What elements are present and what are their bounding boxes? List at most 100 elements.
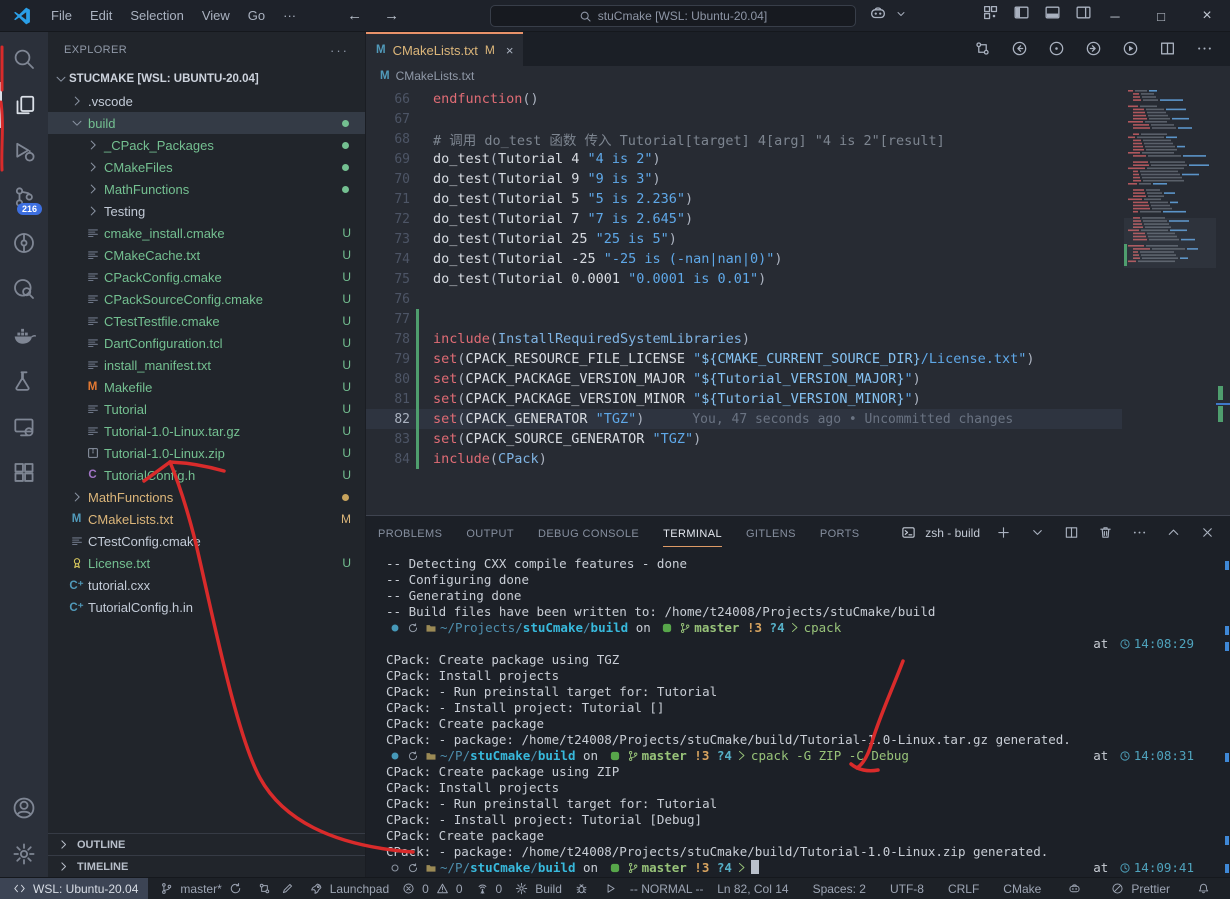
tree-item-cmakelists-txt[interactable]: MCMakeLists.txtM	[48, 508, 365, 530]
tree-item-tutorial-1-0-linux-tar-gz[interactable]: Tutorial-1.0-Linux.tar.gzU	[48, 420, 365, 442]
panel-tab-output[interactable]: OUTPUT	[466, 520, 514, 547]
menu-selection[interactable]: Selection	[121, 5, 192, 26]
sidebar-section-outline[interactable]: OUTLINE	[48, 833, 365, 855]
tree-item-tutorialconfig-h[interactable]: CTutorialConfig.hU	[48, 464, 365, 486]
tree-item-cmakecache-txt[interactable]: CMakeCache.txtU	[48, 244, 365, 266]
editor-action-nav-forward-icon[interactable]	[1082, 40, 1105, 58]
panel-split-editor-icon[interactable]	[1061, 525, 1082, 541]
problems-item[interactable]: 00	[394, 878, 467, 899]
panel-chev-up-icon[interactable]	[1163, 525, 1184, 541]
activity-extensions-icon[interactable]	[0, 450, 48, 496]
toggle-secondary-sidebar-icon[interactable]	[1075, 4, 1092, 21]
explorer-more-actions-icon[interactable]: ···	[330, 43, 349, 58]
customize-layout-icon[interactable]	[982, 4, 999, 21]
vim-mode[interactable]: -- NORMAL --	[625, 878, 709, 899]
panel-tab-terminal[interactable]: TERMINAL	[663, 520, 722, 547]
menu-go[interactable]: Go	[239, 5, 274, 26]
tree-item-ctestconfig-cmake[interactable]: CTestConfig.cmake	[48, 530, 365, 552]
copilot-chevron-icon[interactable]	[892, 6, 910, 21]
code-editor[interactable]: 66endfunction()6768# 调用 do_test 函数 传入 Tu…	[366, 86, 1230, 515]
activity-source-control-icon[interactable]: 216	[0, 174, 48, 220]
activity-run-debug-icon[interactable]	[0, 128, 48, 174]
panel-trash-icon[interactable]	[1095, 525, 1116, 541]
remote-indicator[interactable]: WSL: Ubuntu-20.04	[0, 878, 148, 899]
code-line-75[interactable]: 75do_test(Tutorial 0.0001 "0.0001 is 0.0…	[366, 269, 1122, 289]
menu-view[interactable]: View	[193, 5, 239, 26]
panel-tab-ports[interactable]: PORTS	[820, 520, 860, 547]
editor-action-compare-changes-icon[interactable]	[971, 40, 994, 58]
activity-testing-icon[interactable]	[0, 358, 48, 404]
code-line-73[interactable]: 73do_test(Tutorial 25 "25 is 5")	[366, 229, 1122, 249]
tree-item-tutorial-cxx[interactable]: C⁺tutorial.cxx	[48, 574, 365, 596]
panel-tab-debug-console[interactable]: DEBUG CONSOLE	[538, 520, 639, 547]
editor-action-split-editor-icon[interactable]	[1156, 40, 1179, 58]
activity-search-icon[interactable]	[0, 36, 48, 82]
activity-settings-icon[interactable]	[0, 831, 48, 877]
tree-item-cmakefiles[interactable]: CMakeFiles	[48, 156, 365, 178]
launchpad-item[interactable]: Launchpad	[302, 878, 394, 899]
tree-item-cpackconfig-cmake[interactable]: CPackConfig.cmakeU	[48, 266, 365, 288]
copilot-icon[interactable]	[866, 4, 890, 23]
cmake-build-button[interactable]: Build	[507, 878, 567, 899]
window-maximize-button[interactable]: □	[1138, 0, 1184, 32]
code-line-79[interactable]: 79set(CPACK_RESOURCE_FILE_LICENSE "${CMA…	[366, 349, 1122, 369]
editor-action-more-icon[interactable]	[1193, 40, 1216, 58]
code-line-77[interactable]: 77	[366, 309, 1122, 329]
panel-tab-gitlens[interactable]: GITLENS	[746, 520, 796, 547]
tree-item-cpacksourceconfig-cmake[interactable]: CPackSourceConfig.cmakeU	[48, 288, 365, 310]
panel-close-x-icon[interactable]	[1197, 525, 1218, 541]
encoding[interactable]: UTF-8	[885, 878, 929, 899]
nav-forward-arrow[interactable]: →	[384, 7, 399, 24]
breadcrumb[interactable]: M CMakeLists.txt	[366, 66, 1230, 86]
tree-item-tutorial[interactable]: TutorialU	[48, 398, 365, 420]
tree-item-install-manifest-txt[interactable]: install_manifest.txtU	[48, 354, 365, 376]
menu-[interactable]: ···	[274, 5, 305, 26]
code-line-80[interactable]: 80set(CPACK_PACKAGE_VERSION_MAJOR "${Tut…	[366, 369, 1122, 389]
activity-account-icon[interactable]	[0, 785, 48, 831]
editor-action-nav-circle-icon[interactable]	[1045, 40, 1068, 58]
activity-explorer-icon[interactable]	[0, 82, 48, 128]
tree-item-cmake-install-cmake[interactable]: cmake_install.cmakeU	[48, 222, 365, 244]
minimap[interactable]	[1124, 86, 1216, 515]
activity-docker-icon[interactable]	[0, 312, 48, 358]
terminal-output[interactable]: -- Detecting CXX compile features - done…	[366, 550, 1230, 877]
tree-item-tutorial-1-0-linux-zip[interactable]: Tutorial-1.0-Linux.zipU	[48, 442, 365, 464]
code-line-72[interactable]: 72do_test(Tutorial 7 "7 is 2.645")	[366, 209, 1122, 229]
menu-file[interactable]: File	[42, 5, 81, 26]
indentation[interactable]: Spaces: 2	[808, 878, 871, 899]
tab-close-icon[interactable]: ×	[506, 43, 514, 58]
cursor-position[interactable]: Ln 82, Col 14	[712, 878, 793, 899]
debug-button[interactable]	[567, 878, 596, 899]
code-line-81[interactable]: 81set(CPACK_PACKAGE_VERSION_MINOR "${Tut…	[366, 389, 1122, 409]
nav-back-arrow[interactable]: ←	[347, 7, 362, 24]
panel-more-icon[interactable]	[1129, 525, 1150, 541]
editor-action-run-circle-icon[interactable]	[1119, 40, 1142, 58]
git-branch-item[interactable]: master*	[152, 878, 249, 899]
tree-item-tutorialconfig-h-in[interactable]: C⁺TutorialConfig.h.in	[48, 596, 365, 618]
editor-action-nav-back-icon[interactable]	[1008, 40, 1031, 58]
code-line-82[interactable]: 82set(CPACK_GENERATOR "TGZ")You, 47 seco…	[366, 409, 1122, 429]
toggle-primary-sidebar-icon[interactable]	[1013, 4, 1030, 21]
activity-remote-explorer-icon[interactable]	[0, 404, 48, 450]
gitlens-buttons[interactable]	[250, 878, 302, 899]
code-line-68[interactable]: 68# 调用 do_test 函数 传入 Tutorial[target] 4[…	[366, 129, 1122, 149]
prettier-status[interactable]: Prettier	[1103, 878, 1175, 899]
code-line-71[interactable]: 71do_test(Tutorial 5 "5 is 2.236")	[366, 189, 1122, 209]
window-minimize-button[interactable]: ─	[1092, 0, 1138, 32]
panel-plus-icon[interactable]	[993, 525, 1014, 541]
panel-tab-problems[interactable]: PROBLEMS	[378, 520, 442, 547]
notifications-bell[interactable]	[1189, 878, 1218, 899]
code-line-69[interactable]: 69do_test(Tutorial 4 "4 is 2")	[366, 149, 1122, 169]
tree-item-dartconfiguration-tcl[interactable]: DartConfiguration.tclU	[48, 332, 365, 354]
broadcast-item[interactable]: 0	[468, 878, 508, 899]
activity-gitlens-inspect-icon[interactable]	[0, 266, 48, 312]
code-line-74[interactable]: 74do_test(Tutorial -25 "-25 is (-nan|nan…	[366, 249, 1122, 269]
sidebar-section-timeline[interactable]: TIMELINE	[48, 855, 365, 877]
tree-item-license-txt[interactable]: License.txtU	[48, 552, 365, 574]
run-button[interactable]	[596, 878, 625, 899]
tree-item-testing[interactable]: Testing	[48, 200, 365, 222]
tree-item-mathfunctions[interactable]: MathFunctions	[48, 178, 365, 200]
toggle-panel-icon[interactable]	[1044, 4, 1061, 21]
language-mode[interactable]: CMake	[998, 878, 1046, 899]
panel-chev-down-sm-icon[interactable]	[1027, 525, 1048, 541]
